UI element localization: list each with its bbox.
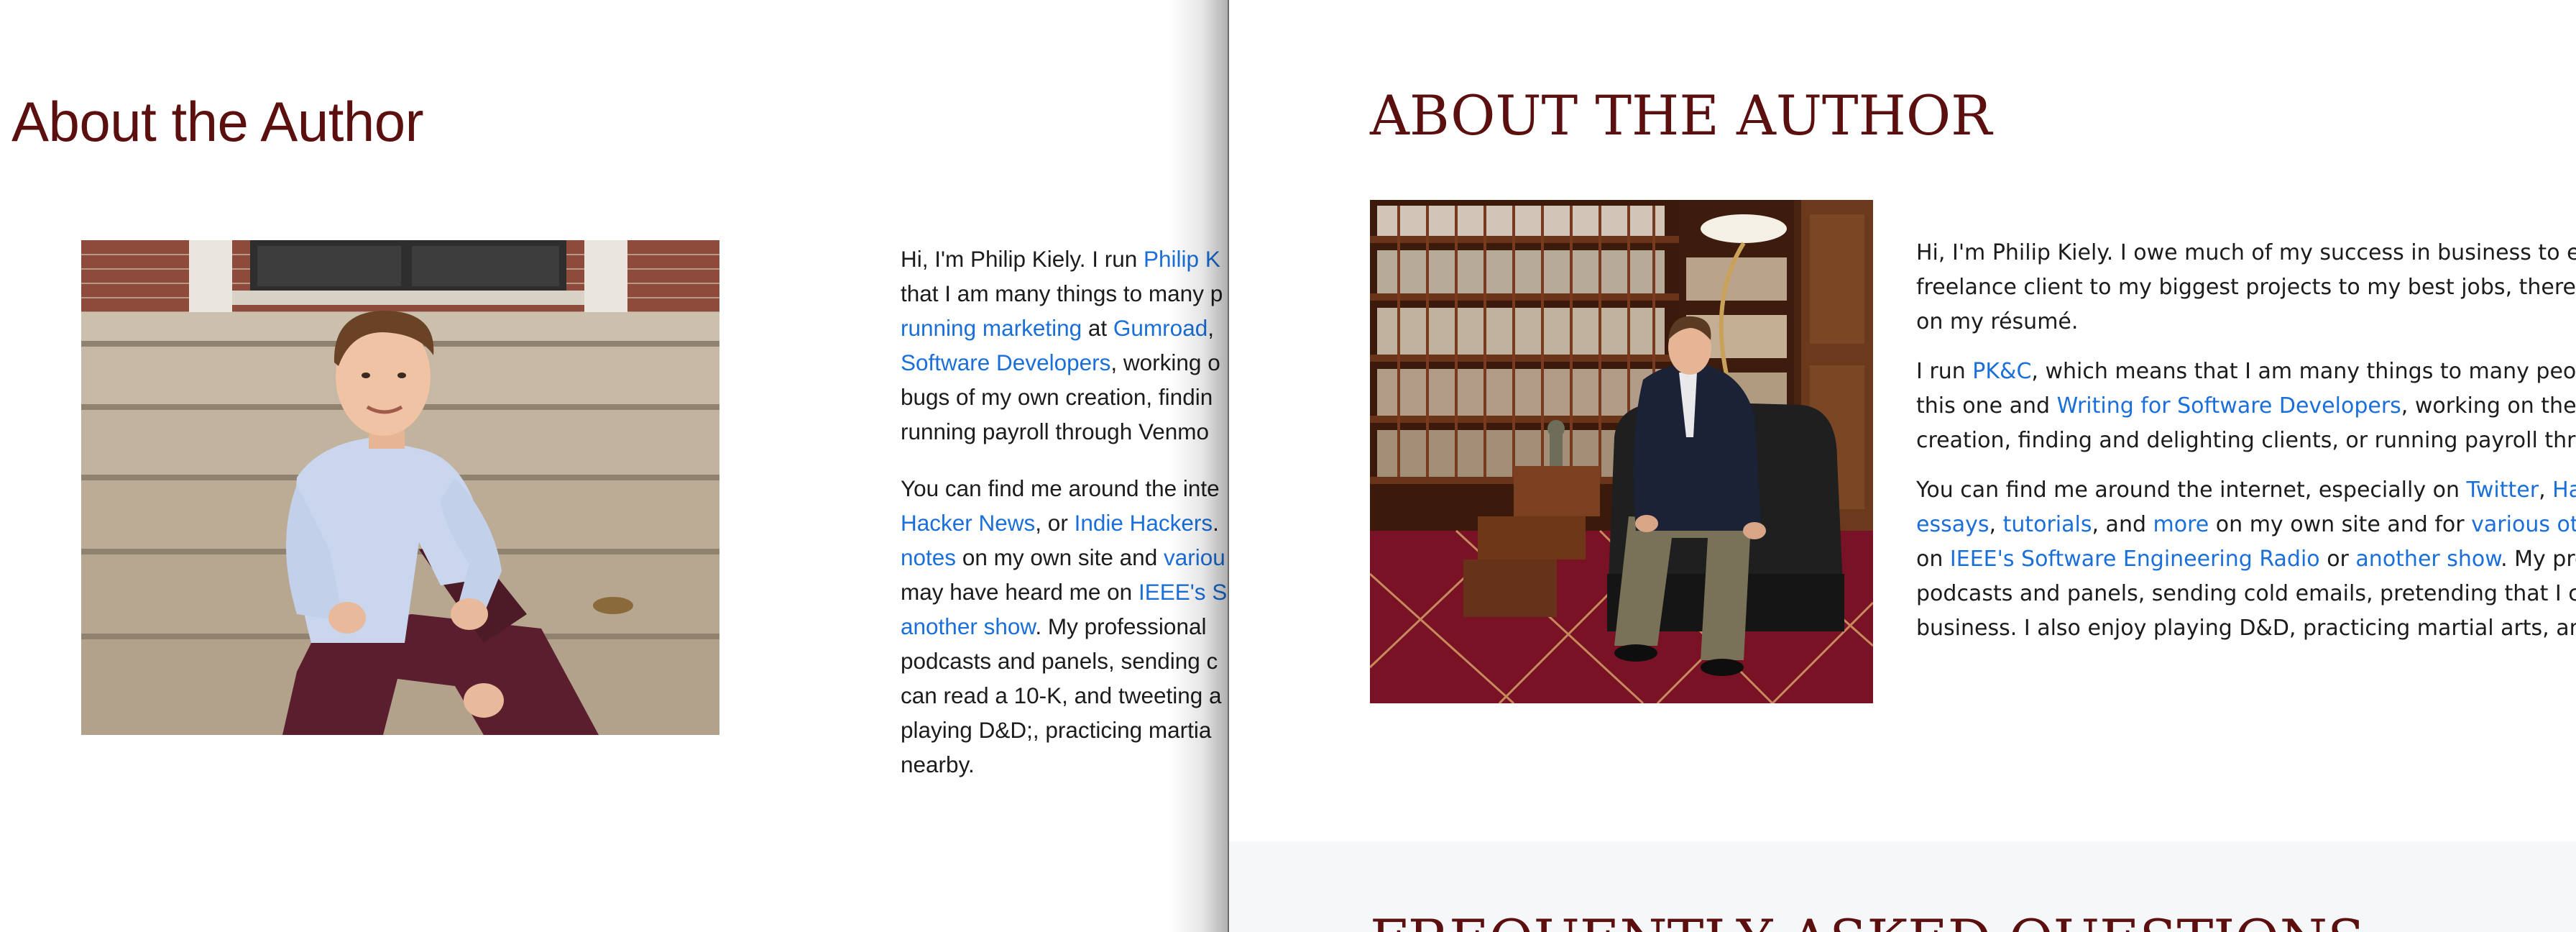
left-page: About the Author Hi, I'm Philip Kiely. I… — [0, 0, 1228, 932]
body-text: nearby. — [901, 751, 975, 777]
right-text-line: creation, finding and delighting clients… — [1916, 428, 2576, 453]
inline-link[interactable]: Software Developers — [901, 350, 1110, 375]
inline-link[interactable]: essays — [1916, 512, 1989, 537]
right-text-line: on IEEE's Software Engineering Radio or … — [1916, 547, 2576, 572]
inline-link[interactable]: PK&C — [1972, 359, 2031, 384]
left-page-title: About the Author — [12, 90, 424, 153]
right-text-line: You can find me around the internet, esp… — [1916, 478, 2576, 503]
body-text: I run — [1916, 359, 1973, 384]
right-page-title: ABOUT THE AUTHOR — [1370, 83, 1992, 147]
right-about-text: Hi, I'm Philip Kiely. I owe much of my s… — [1916, 236, 2576, 661]
body-text: this one and — [1916, 393, 2057, 419]
left-text-line: running marketing at Gumroad, — [901, 315, 1214, 341]
right-page: ABOUT THE AUTHOR Hi, I'm Philip Kiely. I… — [1228, 0, 2576, 932]
inline-link[interactable]: various other — [2471, 512, 2576, 537]
inline-link[interactable]: another show — [901, 613, 1035, 639]
left-text-line: another show. My professional — [901, 613, 1207, 639]
body-text: podcasts and panels, sending cold emails… — [1916, 581, 2576, 606]
right-text-line: this one and Writing for Software Develo… — [1916, 393, 2576, 419]
right-text-line: Hi, I'm Philip Kiely. I owe much of my s… — [1916, 240, 2576, 265]
body-text: You can find me around the internet, esp… — [1916, 478, 2467, 503]
faq-heading: FREQUENTLY ASKED QUESTIONS — [1370, 908, 2365, 932]
right-paragraph: You can find me around the internet, esp… — [1916, 473, 2576, 646]
right-text-line: podcasts and panels, sending cold emails… — [1916, 581, 2576, 606]
right-paragraph: I run PK&C, which means that I am many t… — [1916, 355, 2576, 458]
inline-link[interactable]: Writing for Software Developers — [2057, 393, 2401, 419]
left-text-line: playing D&D;, practicing martia — [901, 717, 1211, 743]
right-text-line: freelance client to my biggest projects … — [1916, 275, 2576, 300]
body-text: bugs of my own creation, findin — [901, 384, 1213, 410]
inline-link[interactable]: tutorials — [2003, 512, 2092, 537]
body-text: playing D&D;, practicing martia — [901, 717, 1212, 743]
body-text: Hi, I'm Philip Kiely. I run — [901, 246, 1144, 272]
body-text: on my own site and — [956, 544, 1164, 570]
inline-link[interactable]: Twitter — [2467, 478, 2539, 503]
right-text-line: essays, tutorials, and more on my own si… — [1916, 512, 2576, 537]
body-text: , — [1989, 512, 2003, 537]
body-text: , and — [2092, 512, 2153, 537]
body-text: on my own site and for — [2209, 512, 2472, 537]
body-text: business. I also enjoy playing D&D, prac… — [1916, 616, 2576, 641]
right-text-line: I run PK&C, which means that I am many t… — [1916, 359, 2576, 384]
right-text-line: business. I also enjoy playing D&D, prac… — [1916, 616, 2576, 641]
body-text: Hi, I'm Philip Kiely. I owe much of my s… — [1916, 240, 2576, 265]
inline-link[interactable]: more — [2153, 512, 2209, 537]
page-edge-shadow — [1170, 0, 1229, 932]
inline-link[interactable]: Hacke — [2552, 478, 2576, 503]
author-photo-library — [1370, 200, 1873, 703]
inline-link[interactable]: running marketing — [901, 315, 1082, 341]
body-text: creation, finding and delighting clients… — [1916, 428, 2576, 453]
left-text-line: running payroll through Venmo — [901, 419, 1209, 444]
body-text: , or — [1035, 510, 1075, 536]
body-text: . My profe — [2501, 547, 2576, 572]
left-text-line: nearby. — [901, 751, 975, 777]
body-text: freelance client to my biggest projects … — [1916, 275, 2576, 300]
inline-link[interactable]: IEEE's Software Engineering Radio — [1950, 547, 2320, 572]
right-paragraph: Hi, I'm Philip Kiely. I owe much of my s… — [1916, 236, 2576, 339]
body-text: may have heard me on — [901, 579, 1138, 605]
body-text: on my résumé. — [1916, 309, 2079, 334]
body-text: or — [2319, 547, 2356, 572]
author-photo-steps — [81, 240, 719, 735]
right-text-line: on my résumé. — [1916, 309, 2078, 334]
inline-link[interactable]: another show — [2355, 547, 2501, 572]
left-text-line: bugs of my own creation, findin — [901, 384, 1213, 410]
body-text: , — [2539, 478, 2553, 503]
body-text: at — [1082, 315, 1113, 341]
inline-link[interactable]: notes — [901, 544, 956, 570]
body-text: running payroll through Venmo — [901, 419, 1210, 444]
body-text: , working on the nex — [2401, 393, 2576, 419]
body-text: , which means that I am many things to m… — [2031, 359, 2576, 384]
inline-link[interactable]: Hacker News — [901, 510, 1035, 536]
body-text: on — [1916, 547, 1950, 572]
